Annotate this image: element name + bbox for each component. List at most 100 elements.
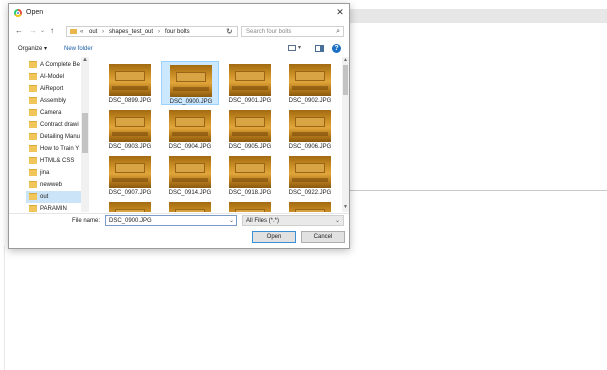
search-icon[interactable]: ⌕: [336, 27, 340, 36]
image-thumbnail: [289, 156, 331, 188]
help-icon[interactable]: ?: [332, 44, 341, 53]
file-tile[interactable]: DSC_0905.JPG: [221, 107, 279, 151]
file-name: DSC_0918.JPG: [228, 190, 272, 196]
nav-pane-item[interactable]: AI-Model: [26, 71, 88, 83]
image-thumbnail: [229, 110, 271, 142]
nav-pane-item[interactable]: jina: [26, 167, 88, 179]
file-tile[interactable]: DSC_0899.JPG: [101, 61, 159, 105]
background-divider: [4, 246, 5, 370]
recent-locations-chevron-icon[interactable]: ⌄: [40, 26, 45, 36]
file-name: DSC_0906.JPG: [288, 144, 332, 150]
breadcrumb-four-bolts[interactable]: four bolts: [165, 28, 190, 36]
image-thumbnail: [289, 64, 331, 96]
image-thumbnail: [169, 156, 211, 188]
image-thumbnail: [289, 110, 331, 142]
image-thumbnail: [109, 64, 151, 96]
file-tile[interactable]: [281, 199, 339, 212]
image-thumbnail: [169, 110, 211, 142]
background-content-panel: [349, 24, 607, 191]
file-tile[interactable]: DSC_0918.JPG: [221, 153, 279, 197]
file-grid[interactable]: DSC_0899.JPG DSC_0900.JPG DSC_0901.JPG DSC_…: [91, 57, 341, 212]
view-dropdown-icon[interactable]: ▾: [298, 44, 301, 51]
image-thumbnail: [109, 156, 151, 188]
file-tile[interactable]: DSC_0901.JPG: [221, 61, 279, 105]
image-thumbnail: [229, 64, 271, 96]
nav-pane-item[interactable]: HTML& CSS: [26, 155, 88, 167]
nav-pane-item[interactable]: Detailing Manu: [26, 131, 88, 143]
scroll-up-icon[interactable]: ▲: [343, 57, 348, 63]
folder-icon: [70, 29, 77, 34]
back-arrow-icon[interactable]: ←: [15, 26, 23, 36]
folder-icon: [29, 169, 37, 176]
file-tile[interactable]: DSC_0914.JPG: [161, 153, 219, 197]
file-tile[interactable]: DSC_0902.JPG: [281, 61, 339, 105]
file-name: DSC_0904.JPG: [168, 144, 212, 150]
file-tile[interactable]: DSC_0900.JPG: [161, 61, 219, 105]
folder-icon: [29, 85, 37, 92]
dialog-titlebar[interactable]: Open ✕: [9, 4, 349, 22]
nav-pane-item[interactable]: Contract drawi: [26, 119, 88, 131]
file-name: DSC_0900.JPG: [169, 99, 213, 105]
folder-icon: [29, 205, 37, 212]
breadcrumb-shapes-test-out[interactable]: shapes_test_out: [109, 28, 153, 36]
file-tile[interactable]: [221, 199, 279, 212]
search-placeholder: Search four bolts: [246, 29, 292, 35]
file-type-value: All Files (*.*): [246, 218, 280, 224]
image-thumbnail: [289, 202, 331, 212]
preview-pane-icon[interactable]: [315, 45, 324, 52]
file-name-dropdown-icon[interactable]: ⌄: [229, 217, 234, 225]
scroll-up-icon[interactable]: ▲: [82, 57, 88, 64]
new-folder-button[interactable]: New folder: [64, 45, 93, 53]
open-button[interactable]: Open: [252, 231, 296, 243]
refresh-icon[interactable]: ↻: [226, 27, 233, 36]
nav-pane-item[interactable]: PARAMIN: [26, 203, 88, 212]
scrollbar-thumb[interactable]: [343, 65, 348, 95]
up-arrow-icon[interactable]: ↑: [50, 26, 54, 36]
file-tile[interactable]: DSC_0903.JPG: [101, 107, 159, 151]
image-thumbnail: [229, 156, 271, 188]
file-tile[interactable]: DSC_0904.JPG: [161, 107, 219, 151]
navigation-scrollbar[interactable]: ▲: [81, 57, 89, 212]
scroll-down-icon[interactable]: ▼: [343, 204, 348, 210]
nav-pane-item[interactable]: Assembly: [26, 95, 88, 107]
image-thumbnail: [109, 110, 151, 142]
command-toolbar: Organize ▾ New folder ▾ ?: [9, 42, 349, 56]
breadcrumb-overflow[interactable]: «: [80, 28, 83, 36]
image-thumbnail: [109, 202, 151, 212]
cancel-button[interactable]: Cancel: [301, 231, 345, 243]
organize-button[interactable]: Organize ▾: [18, 45, 47, 53]
file-name: DSC_0907.JPG: [108, 190, 152, 196]
file-tile[interactable]: [161, 199, 219, 212]
background-toolbar-strip: [349, 9, 607, 23]
file-tile[interactable]: DSC_0906.JPG: [281, 107, 339, 151]
search-input[interactable]: Search four bolts ⌕: [241, 26, 344, 37]
file-name: DSC_0922.JPG: [288, 190, 332, 196]
forward-arrow-icon[interactable]: →: [29, 26, 37, 36]
breadcrumb-separator: ›: [158, 29, 160, 35]
open-file-dialog: Open ✕ ← → ⌄ ↑ « out › shapes_test_out ›…: [8, 3, 350, 249]
close-icon[interactable]: ✕: [335, 7, 345, 17]
file-name-input[interactable]: DSC_0900.JPG ⌄: [105, 215, 237, 226]
nav-pane-item[interactable]: Camera: [26, 107, 88, 119]
nav-pane-item[interactable]: AiReport: [26, 83, 88, 95]
nav-pane-item[interactable]: A Complete Be: [26, 59, 88, 71]
breadcrumb-out[interactable]: out: [89, 28, 97, 36]
folder-icon: [29, 109, 37, 116]
file-tile[interactable]: [101, 199, 159, 212]
nav-pane-item[interactable]: out: [26, 191, 88, 203]
file-name: DSC_0903.JPG: [108, 144, 152, 150]
file-name: DSC_0914.JPG: [168, 190, 212, 196]
file-tile[interactable]: DSC_0922.JPG: [281, 153, 339, 197]
folder-icon: [29, 181, 37, 188]
nav-pane-item[interactable]: newweb: [26, 179, 88, 191]
file-type-dropdown-icon[interactable]: ⌄: [335, 217, 340, 225]
scrollbar-thumb[interactable]: [82, 113, 88, 153]
nav-pane-item[interactable]: How to Train Y: [26, 143, 88, 155]
file-type-select[interactable]: All Files (*.*) ⌄: [242, 215, 344, 226]
file-name: DSC_0899.JPG: [108, 98, 152, 104]
view-options-icon[interactable]: [288, 45, 296, 51]
address-bar[interactable]: « out › shapes_test_out › four bolts ⌄: [66, 26, 238, 37]
file-tile[interactable]: DSC_0907.JPG: [101, 153, 159, 197]
file-grid-scrollbar[interactable]: ▲ ▼: [342, 57, 349, 212]
file-name-value: DSC_0900.JPG: [109, 218, 152, 224]
